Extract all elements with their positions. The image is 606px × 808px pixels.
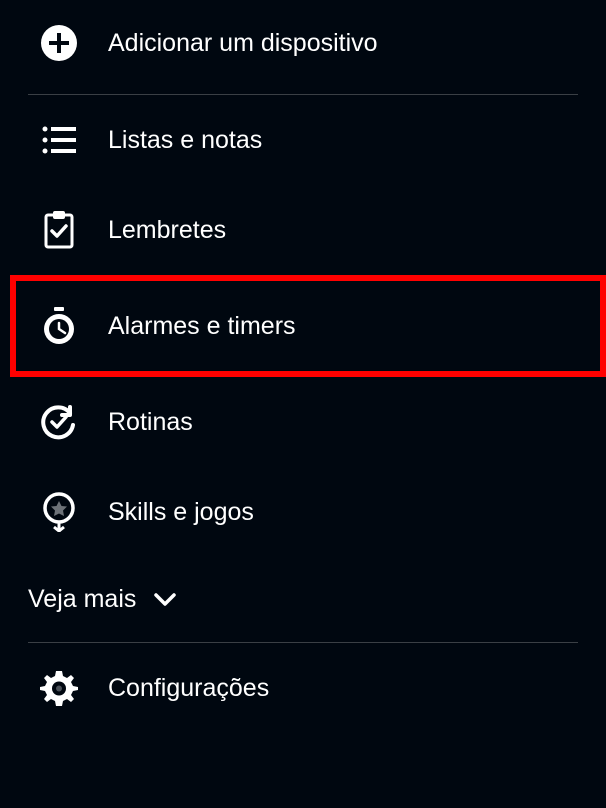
see-more-button[interactable]: Veja mais bbox=[0, 557, 606, 642]
chevron-down-icon bbox=[154, 593, 176, 607]
lists-label: Listas e notas bbox=[108, 126, 262, 155]
routine-icon bbox=[40, 403, 78, 441]
add-device-label: Adicionar um dispositivo bbox=[108, 29, 378, 58]
skills-label: Skills e jogos bbox=[108, 498, 254, 527]
see-more-label: Veja mais bbox=[28, 585, 136, 614]
menu-item-routines[interactable]: Rotinas bbox=[0, 377, 606, 467]
menu-item-lists[interactable]: Listas e notas bbox=[0, 95, 606, 185]
reminders-label: Lembretes bbox=[108, 216, 226, 245]
menu-item-reminders[interactable]: Lembretes bbox=[0, 185, 606, 275]
routines-label: Rotinas bbox=[108, 408, 193, 437]
star-badge-icon bbox=[40, 493, 78, 531]
clipboard-check-icon bbox=[40, 211, 78, 249]
alarms-label: Alarmes e timers bbox=[108, 312, 296, 341]
plus-circle-icon bbox=[40, 24, 78, 62]
menu-item-skills[interactable]: Skills e jogos bbox=[0, 467, 606, 557]
menu-item-add-device[interactable]: Adicionar um dispositivo bbox=[0, 0, 606, 94]
menu-item-settings[interactable]: Configurações bbox=[0, 643, 606, 733]
list-icon bbox=[40, 121, 78, 159]
menu-item-alarms[interactable]: Alarmes e timers bbox=[10, 275, 606, 377]
gear-icon bbox=[40, 669, 78, 707]
alarm-clock-icon bbox=[40, 307, 78, 345]
settings-label: Configurações bbox=[108, 674, 269, 703]
